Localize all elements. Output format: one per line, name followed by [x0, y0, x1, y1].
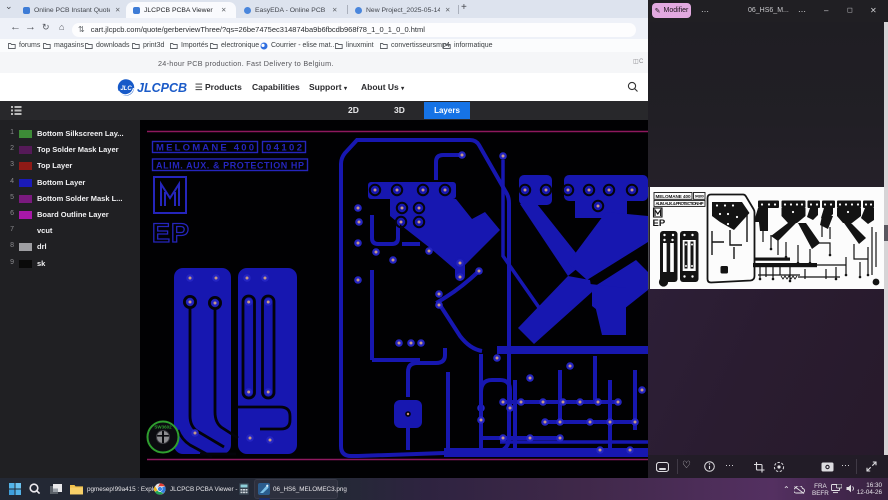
svg-text:ALIM. AUX. & PROTECTION HP: ALIM. AUX. & PROTECTION HP — [656, 201, 704, 206]
svg-text:JLC: JLC — [120, 86, 132, 92]
svg-text:JLCPCB: JLCPCB — [137, 81, 187, 95]
svg-text:MELOMANE 400: MELOMANE 400 — [656, 194, 691, 199]
svg-text:ALIM. AUX. & PROTECTION HP: ALIM. AUX. & PROTECTION HP — [156, 161, 304, 171]
svg-text:SW3602: SW3602 — [154, 425, 172, 430]
svg-text:04100: 04100 — [695, 194, 705, 199]
svg-text:EP: EP — [653, 218, 666, 229]
svg-text:EP: EP — [152, 218, 190, 248]
